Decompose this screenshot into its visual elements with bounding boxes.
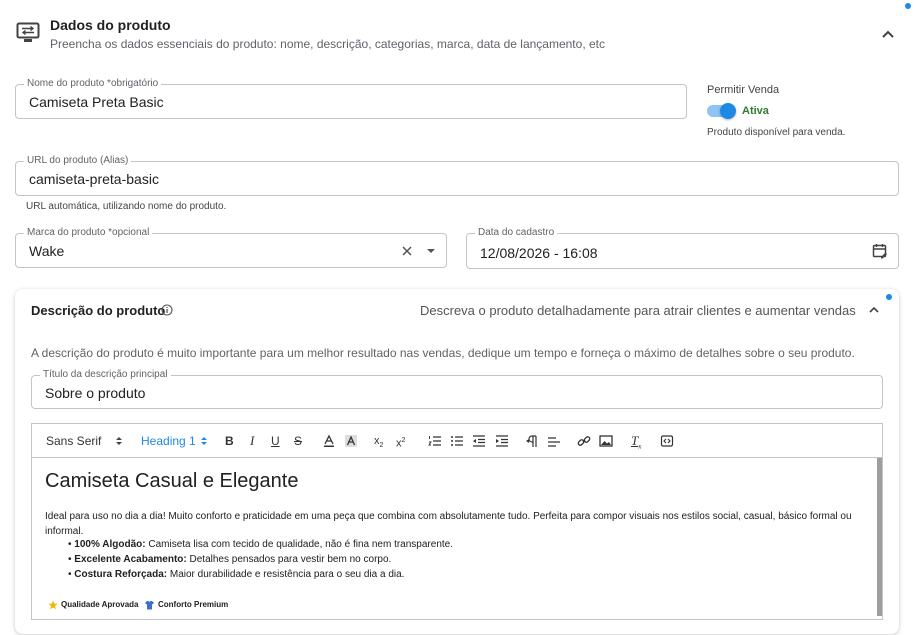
description-tagline: Descreva o produto detalhadamente para a…: [420, 303, 856, 318]
code-view-icon[interactable]: [660, 434, 674, 448]
date-field[interactable]: Data do cadastro 12/08/2026 - 16:08: [466, 227, 899, 269]
list-item-text: Maior durabilidade e resistência para o …: [169, 569, 405, 580]
list-item-text: Detalhes pensados para vestir bem no cor…: [189, 554, 392, 565]
product-name-value: Camiseta Preta Basic: [29, 94, 164, 110]
calendar-edit-icon[interactable]: [872, 243, 888, 259]
strikethrough-icon[interactable]: S: [294, 434, 302, 448]
description-title: Descrição do produto: [31, 303, 166, 318]
underline-icon[interactable]: U: [271, 434, 280, 448]
url-label: URL do produto (Alias): [24, 155, 132, 167]
main-title-value: Sobre o produto: [45, 385, 146, 401]
content-paragraph: Ideal para uso no dia a dia! Muito confo…: [45, 511, 852, 537]
description-collapse-icon[interactable]: [867, 305, 881, 315]
heading-select[interactable]: Heading 1: [141, 434, 196, 448]
product-name-field[interactable]: Nome do produto *obrigatório Camiseta Pr…: [15, 78, 687, 119]
outdent-icon[interactable]: [472, 434, 486, 448]
text-color-icon[interactable]: [322, 434, 336, 448]
editor-content[interactable]: Camiseta Casual e Elegante Ideal para us…: [32, 458, 882, 619]
superscript-icon[interactable]: x2: [396, 434, 405, 451]
subscript-icon[interactable]: x2: [374, 434, 383, 453]
list-item: • 100% Algodão: Camiseta lisa com tecido…: [68, 539, 453, 550]
footer-tag-quality: Qualidade Aprovada: [61, 600, 139, 609]
editor-scrollbar[interactable]: [877, 458, 882, 616]
sale-status: Ativa: [742, 105, 769, 117]
list-item-bold: Costura Reforçada:: [74, 569, 168, 580]
footer-tag-comfort: Conforto Premium: [158, 600, 229, 609]
text-direction-icon[interactable]: [525, 434, 539, 448]
main-title-label: Título da descrição principal: [40, 369, 171, 381]
image-icon[interactable]: [599, 434, 613, 448]
monitor-transfer-icon: [16, 22, 40, 42]
list-item-text: Camiseta lisa com tecido de qualidade, n…: [148, 539, 453, 550]
list-item-bold: 100% Algodão:: [74, 539, 146, 550]
url-help: URL automática, utilizando nome do produ…: [26, 201, 227, 212]
font-select-arrows-icon[interactable]: [112, 434, 126, 448]
ordered-list-icon[interactable]: [428, 434, 442, 448]
date-label: Data do cadastro: [475, 227, 558, 239]
heading-select-arrows-icon[interactable]: [197, 434, 211, 448]
description-note: A descrição do produto é muito important…: [31, 346, 855, 360]
url-value: camiseta-preta-basic: [29, 171, 159, 187]
font-select[interactable]: Sans Serif: [46, 434, 101, 448]
bold-icon[interactable]: B: [225, 434, 234, 448]
list-item: • Costura Reforçada: Maior durabilidade …: [68, 569, 405, 580]
list-item-bold: Excelente Acabamento:: [74, 554, 187, 565]
sale-help: Produto disponível para venda.: [707, 127, 846, 138]
chevron-up-icon[interactable]: [881, 29, 895, 39]
italic-icon[interactable]: I: [250, 434, 254, 448]
background-color-icon[interactable]: [344, 434, 358, 448]
link-icon[interactable]: [577, 434, 591, 448]
section-title: Dados do produto: [50, 17, 171, 33]
clear-icon[interactable]: [402, 246, 412, 256]
brand-select[interactable]: Marca do produto *opcional Wake: [15, 227, 447, 268]
shirt-icon: [145, 601, 154, 610]
description-dot: [886, 294, 892, 300]
dropdown-arrow-icon[interactable]: [426, 248, 436, 254]
brand-label: Marca do produto *opcional: [24, 227, 153, 239]
clear-format-icon[interactable]: Tx: [631, 434, 641, 454]
section-subtitle: Preencha os dados essenciais do produto:…: [50, 37, 605, 51]
sale-label: Permitir Venda: [707, 84, 780, 96]
align-icon[interactable]: [547, 434, 561, 448]
notification-dot: [905, 3, 911, 9]
date-value: 12/08/2026 - 16:08: [480, 245, 598, 261]
list-item: • Excelente Acabamento: Detalhes pensado…: [68, 554, 392, 565]
brand-value: Wake: [29, 243, 65, 259]
indent-icon[interactable]: [495, 434, 509, 448]
bullet-list-icon[interactable]: [450, 434, 464, 448]
content-heading: Camiseta Casual e Elegante: [45, 470, 299, 492]
star-icon: [48, 600, 58, 610]
editor-toolbar: Sans Serif Heading 1 B I U S x2 x2 Tx: [32, 424, 882, 458]
rich-text-editor[interactable]: Sans Serif Heading 1 B I U S x2 x2 Tx Ca…: [31, 423, 883, 620]
url-field[interactable]: URL do produto (Alias) camiseta-preta-ba…: [15, 155, 899, 196]
info-icon[interactable]: [161, 304, 173, 316]
product-name-label: Nome do produto *obrigatório: [24, 78, 162, 90]
sale-toggle-thumb[interactable]: [720, 103, 736, 119]
main-title-field[interactable]: Título da descrição principal Sobre o pr…: [31, 369, 883, 409]
